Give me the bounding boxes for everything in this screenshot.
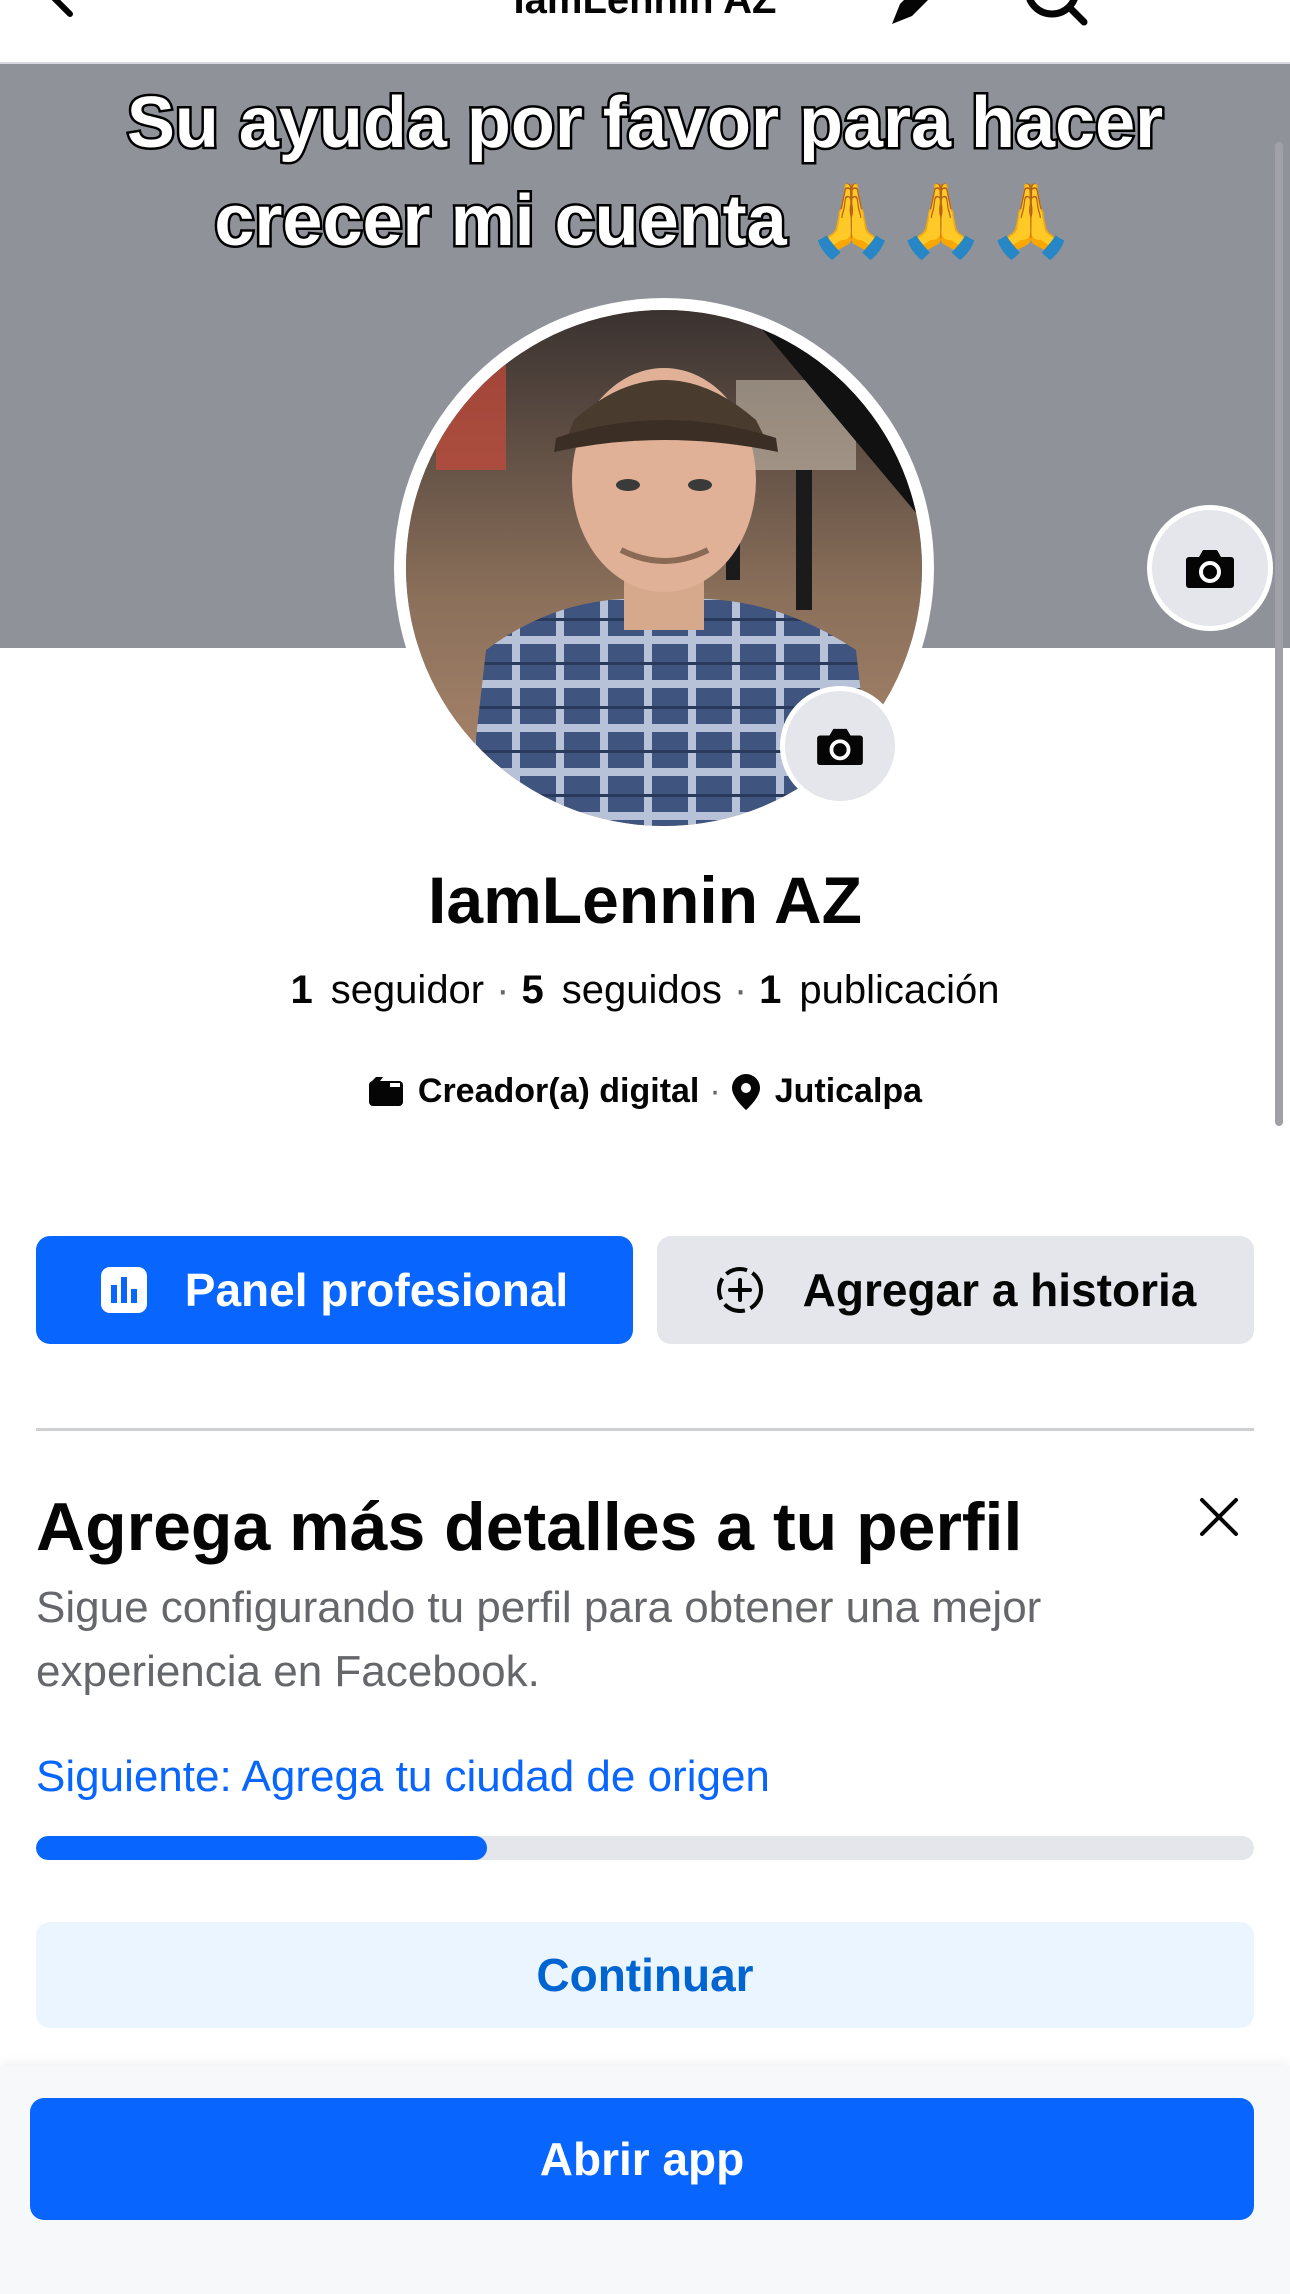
- add-to-story-button[interactable]: Agregar a historia: [657, 1236, 1254, 1344]
- profile-progress-bar: [36, 1836, 1254, 1860]
- dashboard-icon: [100, 1267, 147, 1313]
- praying-hands-emoji: 🙏🙏🙏: [806, 181, 1076, 261]
- add-story-icon: [716, 1267, 763, 1313]
- camera-icon: [817, 728, 863, 766]
- setup-card-title: Agrega más detalles a tu perfil: [36, 1489, 1023, 1565]
- profile-meta: Creador(a) digital · Juticalpa: [0, 1072, 1290, 1111]
- followers-stat[interactable]: 1 seguidor: [290, 968, 484, 1012]
- next-step-link[interactable]: Siguiente: Agrega tu ciudad de origen: [36, 1752, 770, 1802]
- close-icon[interactable]: [1196, 1494, 1242, 1540]
- profile-location: Juticalpa: [774, 1072, 923, 1110]
- profile-name: IamLennin AZ: [428, 863, 862, 937]
- location-pin-icon: [731, 1073, 760, 1110]
- profile-stats: 1 seguidor · 5 seguidos · 1 publicación: [290, 968, 1000, 1012]
- edit-pencil-icon[interactable]: [880, 0, 950, 30]
- camera-icon: [1186, 550, 1234, 588]
- setup-card-description: Sigue configurando tu perfil para obtene…: [36, 1583, 1042, 1696]
- profile-category: Creador(a) digital: [417, 1072, 700, 1110]
- progress-fill: [36, 1836, 487, 1860]
- page-title: IamLennin AZ: [513, 0, 777, 22]
- briefcase-icon: [368, 1076, 403, 1106]
- search-icon[interactable]: [1022, 0, 1092, 30]
- cover-caption: Su ayuda por favor para hacer crecer mi …: [124, 81, 1165, 264]
- open-app-button[interactable]: Abrir app: [30, 2098, 1254, 2220]
- continue-button[interactable]: Continuar: [36, 1922, 1254, 2028]
- following-stat[interactable]: 5 seguidos: [521, 968, 721, 1012]
- divider: [36, 1428, 1254, 1431]
- avatar-camera-button[interactable]: [780, 686, 900, 806]
- cover-camera-button[interactable]: [1147, 505, 1273, 631]
- posts-stat[interactable]: 1 publicación: [759, 968, 999, 1012]
- professional-dashboard-button[interactable]: Panel profesional: [36, 1236, 633, 1344]
- top-bar: IamLennin AZ: [0, 0, 1290, 65]
